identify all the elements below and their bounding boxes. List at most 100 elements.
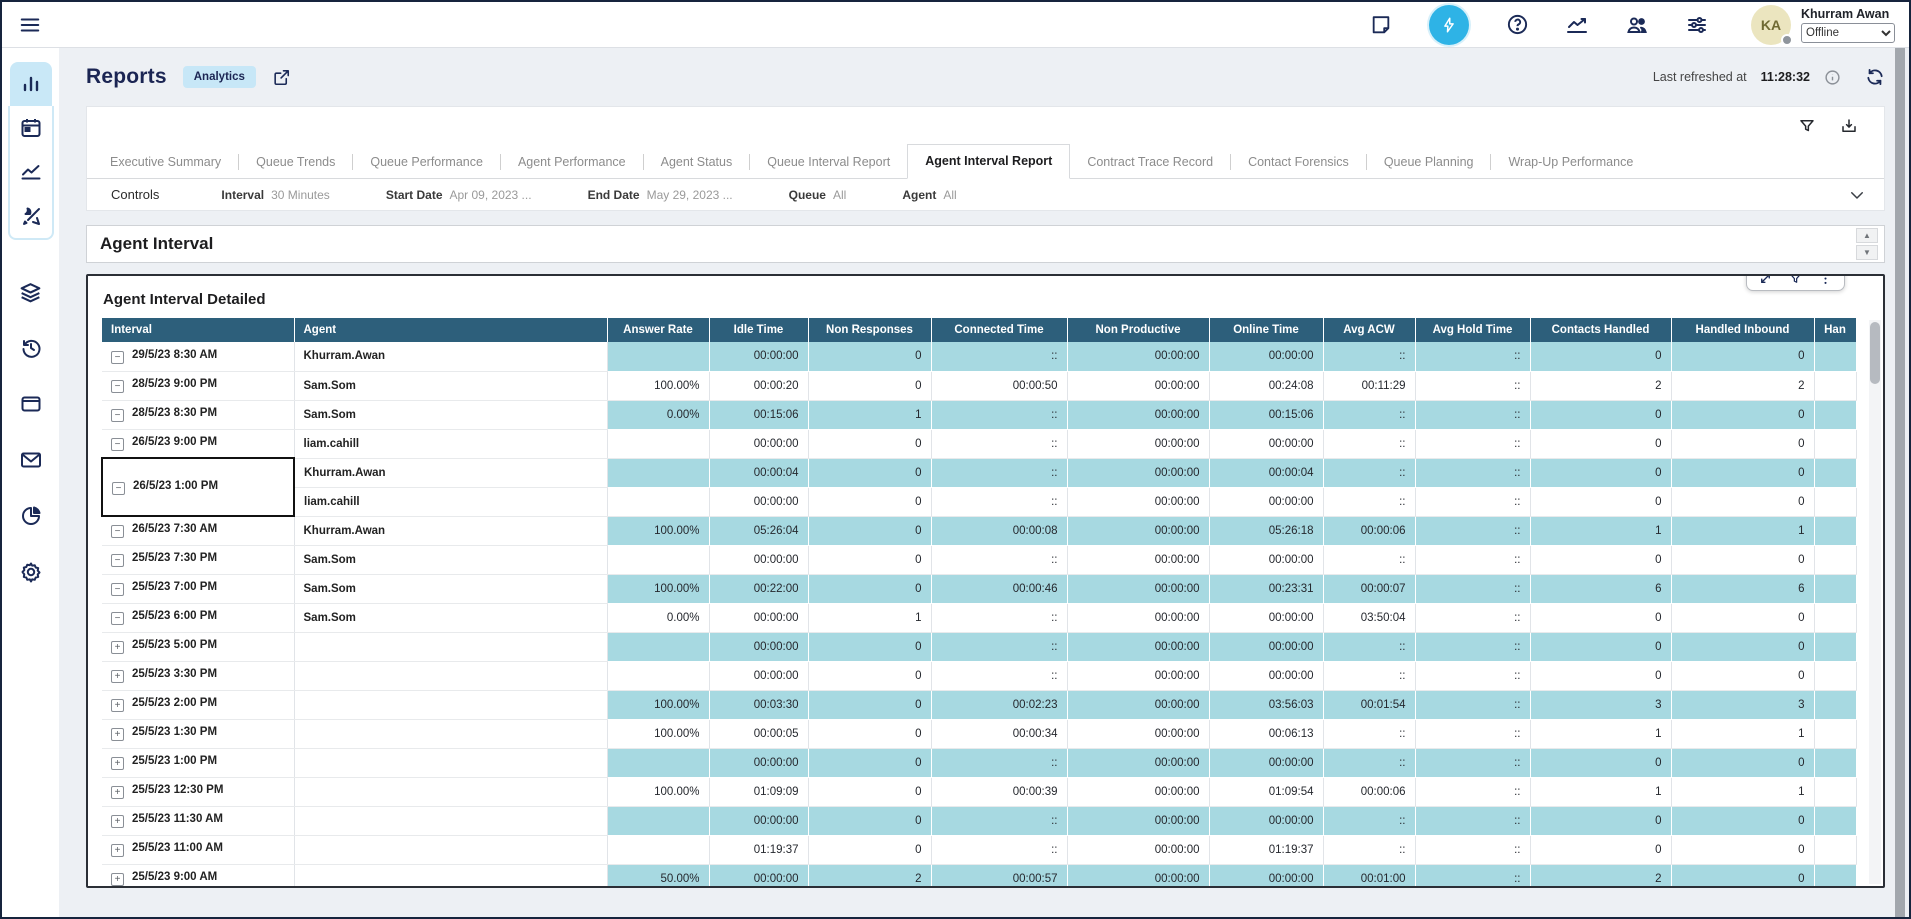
column-header-connected-time[interactable]: Connected Time [931, 318, 1067, 342]
collapse-icon[interactable]: − [111, 525, 124, 538]
expand-row-icon[interactable]: + [111, 844, 124, 857]
expand-row-icon[interactable]: + [111, 699, 124, 712]
tab-agent-interval-report[interactable]: Agent Interval Report [907, 144, 1070, 179]
control-start-date[interactable]: Start DateApr 09, 2023 ... [386, 188, 532, 202]
tab-queue-trends[interactable]: Queue Trends [239, 146, 352, 179]
interval-cell[interactable]: +25/5/23 9:00 AM [102, 864, 294, 888]
interval-cell[interactable]: +25/5/23 2:00 PM [102, 690, 294, 719]
control-end-date[interactable]: End DateMay 29, 2023 ... [588, 188, 733, 202]
external-link-icon[interactable] [272, 68, 291, 87]
expand-row-icon[interactable]: + [111, 641, 124, 654]
sidebar-item-browser[interactable] [10, 382, 52, 426]
collapse-icon[interactable]: − [111, 351, 124, 364]
interval-cell[interactable]: −28/5/23 8:30 PM [102, 400, 294, 429]
bolt-icon[interactable] [1429, 5, 1469, 45]
expand-row-icon[interactable]: + [111, 815, 124, 828]
sidebar-item-schedule[interactable] [10, 106, 52, 150]
help-icon[interactable] [1505, 13, 1529, 37]
tab-wrap-up-performance[interactable]: Wrap-Up Performance [1491, 146, 1650, 179]
collapse-icon[interactable]: − [111, 554, 124, 567]
collapse-icon[interactable]: − [111, 438, 124, 451]
sidebar-item-reports[interactable] [10, 62, 52, 106]
expand-row-icon[interactable]: + [111, 786, 124, 799]
visual-filter-icon[interactable] [1788, 274, 1803, 286]
scroll-down-button[interactable]: ▼ [1856, 245, 1878, 260]
column-header-answer-rate[interactable]: Answer Rate [607, 318, 709, 342]
info-icon[interactable] [1824, 69, 1841, 86]
avatar[interactable]: KA [1751, 5, 1791, 45]
sidebar-item-wallboard[interactable] [10, 494, 52, 538]
scroll-up-button[interactable]: ▲ [1856, 228, 1878, 243]
filter-icon[interactable] [1798, 117, 1816, 135]
sidebar-item-analytics[interactable] [10, 150, 52, 194]
page-scrollbar-thumb[interactable] [1895, 48, 1905, 917]
column-header-interval[interactable]: Interval [102, 318, 294, 342]
control-agent[interactable]: AgentAll [902, 188, 956, 202]
tab-executive-summary[interactable]: Executive Summary [93, 146, 238, 179]
collapse-icon[interactable]: − [111, 612, 124, 625]
sidebar-item-settings[interactable] [10, 550, 52, 594]
tab-agent-status[interactable]: Agent Status [644, 146, 750, 179]
menu-icon[interactable] [18, 13, 42, 37]
sidebar-item-mail[interactable] [10, 438, 52, 482]
sidebar-item-history[interactable] [10, 326, 52, 370]
more-options-icon[interactable] [1818, 274, 1833, 286]
interval-cell[interactable]: +25/5/23 12:30 PM [102, 777, 294, 806]
column-header-han[interactable]: Han [1814, 318, 1856, 342]
column-header-agent[interactable]: Agent [294, 318, 607, 342]
sidebar-item-layers[interactable] [10, 270, 52, 314]
table-scrollbar[interactable] [1869, 320, 1881, 884]
refresh-icon[interactable] [1865, 67, 1885, 87]
collapse-icon[interactable]: − [112, 482, 125, 495]
notes-icon[interactable] [1369, 13, 1393, 37]
table-scrollbar-thumb[interactable] [1870, 322, 1880, 384]
status-select[interactable]: Offline [1801, 23, 1895, 43]
tab-queue-performance[interactable]: Queue Performance [353, 146, 500, 179]
sliders-icon[interactable] [1685, 13, 1709, 37]
sidebar-item-customize[interactable] [10, 194, 52, 238]
tab-agent-performance[interactable]: Agent Performance [501, 146, 643, 179]
expand-row-icon[interactable]: + [111, 728, 124, 741]
interval-cell[interactable]: −25/5/23 7:00 PM [102, 574, 294, 603]
tab-contract-trace-record[interactable]: Contract Trace Record [1070, 146, 1230, 179]
interval-cell[interactable]: −25/5/23 6:00 PM [102, 603, 294, 632]
column-header-handled-inbound[interactable]: Handled Inbound [1671, 318, 1814, 342]
interval-cell[interactable]: +25/5/23 1:00 PM [102, 748, 294, 777]
expand-row-icon[interactable]: + [111, 757, 124, 770]
tab-queue-interval-report[interactable]: Queue Interval Report [750, 146, 907, 179]
column-header-idle-time[interactable]: Idle Time [709, 318, 808, 342]
interval-cell[interactable]: +25/5/23 3:30 PM [102, 661, 294, 690]
control-interval[interactable]: Interval30 Minutes [221, 188, 329, 202]
column-header-avg-acw[interactable]: Avg ACW [1323, 318, 1415, 342]
expand-row-icon[interactable]: + [111, 873, 124, 886]
interval-cell[interactable]: −25/5/23 7:30 PM [102, 545, 294, 574]
collapse-icon[interactable]: − [111, 409, 124, 422]
contacts-icon[interactable] [1625, 13, 1649, 37]
column-header-online-time[interactable]: Online Time [1209, 318, 1323, 342]
collapse-icon[interactable]: − [111, 583, 124, 596]
column-header-non-responses[interactable]: Non Responses [808, 318, 931, 342]
column-header-avg-hold-time[interactable]: Avg Hold Time [1415, 318, 1530, 342]
interval-cell[interactable]: +25/5/23 5:00 PM [102, 632, 294, 661]
tab-queue-planning[interactable]: Queue Planning [1367, 146, 1491, 179]
interval-cell[interactable]: −26/5/23 1:00 PM [102, 458, 294, 516]
download-icon[interactable] [1840, 117, 1858, 135]
interval-cell[interactable]: −28/5/23 9:00 PM [102, 371, 294, 400]
interval-cell[interactable]: +25/5/23 1:30 PM [102, 719, 294, 748]
collapse-icon[interactable]: − [111, 380, 124, 393]
layers-icon [18, 280, 43, 305]
interval-cell[interactable]: −29/5/23 8:30 AM [102, 342, 294, 371]
interval-cell[interactable]: −26/5/23 9:00 PM [102, 429, 294, 458]
page-scrollbar[interactable] [1894, 48, 1906, 917]
interval-cell[interactable]: +25/5/23 11:00 AM [102, 835, 294, 864]
control-queue[interactable]: QueueAll [789, 188, 847, 202]
interval-cell[interactable]: −26/5/23 7:30 AM [102, 516, 294, 545]
tab-contact-forensics[interactable]: Contact Forensics [1231, 146, 1366, 179]
column-header-non-productive[interactable]: Non Productive [1067, 318, 1209, 342]
interval-cell[interactable]: +25/5/23 11:30 AM [102, 806, 294, 835]
trend-icon[interactable] [1565, 13, 1589, 37]
column-header-contacts-handled[interactable]: Contacts Handled [1530, 318, 1671, 342]
expand-icon[interactable] [1758, 274, 1773, 286]
chevron-down-icon[interactable] [1848, 186, 1866, 204]
expand-row-icon[interactable]: + [111, 670, 124, 683]
